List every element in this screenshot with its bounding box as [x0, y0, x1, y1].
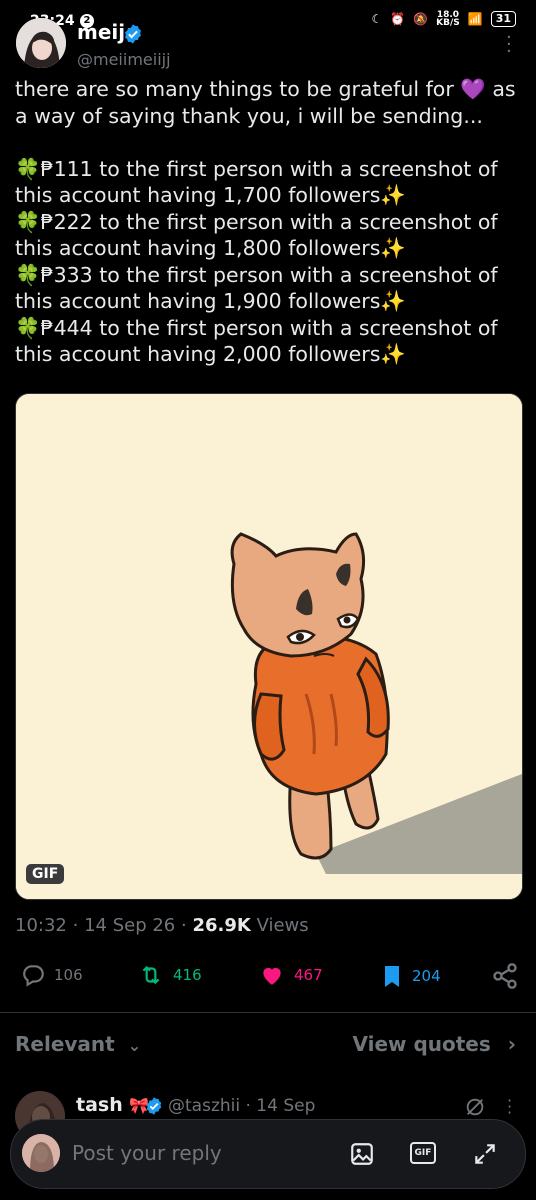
- tweet-text: there are so many things to be grateful …: [15, 76, 520, 368]
- more-options-icon[interactable]: · · ·: [506, 29, 512, 61]
- reply-count: 106: [54, 966, 83, 984]
- like-button[interactable]: 467: [258, 962, 323, 988]
- net-speed: 18.0 KB/S: [436, 10, 460, 28]
- views-count: 26.9K: [192, 915, 251, 936]
- tweet-meta: 10:32 · 14 Sep 26 · 26.9K Views: [15, 915, 309, 936]
- dnd-icon: ☾: [371, 12, 383, 26]
- tweet-line: 🍀₱444 to the first person with a screens…: [15, 315, 498, 367]
- tweet-media-gif[interactable]: [15, 393, 523, 900]
- repost-count: 416: [173, 966, 202, 984]
- chevron-down-icon: ⌄: [127, 1036, 142, 1055]
- chevron-right-icon: ›: [507, 1032, 516, 1056]
- tweet-line: 🍀₱333 to the first person with a screens…: [15, 262, 498, 314]
- reply-name-text: tash: [76, 1094, 123, 1116]
- mute-icon: 🔕: [413, 12, 429, 26]
- views-label: Views: [256, 915, 309, 936]
- author-handle[interactable]: @meiimeiijj: [77, 50, 171, 69]
- meta-separator: ·: [72, 915, 79, 936]
- sort-label: Relevant: [15, 1032, 115, 1056]
- divider: [0, 1012, 536, 1013]
- alarm-icon: ⏰: [390, 12, 406, 26]
- battery: 31: [490, 11, 516, 27]
- view-quotes-link[interactable]: View quotes ›: [352, 1032, 516, 1056]
- share-button[interactable]: [491, 962, 519, 990]
- meta-separator: ·: [181, 915, 187, 936]
- reply-handle-date: @taszhii · 14 Sep: [168, 1096, 316, 1116]
- sort-dropdown[interactable]: Relevant ⌄: [15, 1032, 141, 1056]
- wifi-icon: 📶: [467, 12, 483, 26]
- bookmark-count: 204: [412, 967, 441, 985]
- tweet-time: 10:32: [15, 915, 67, 936]
- tweet-date: 14 Sep 26: [84, 915, 176, 936]
- share-icon: [493, 963, 517, 989]
- tweet-line: 🍀₱222 to the first person with a screens…: [15, 209, 498, 261]
- reply-icon: [23, 965, 44, 987]
- reply-more-icon[interactable]: · · ·: [507, 1093, 512, 1121]
- reply-button[interactable]: 106: [20, 962, 83, 988]
- bookmark-button[interactable]: 204: [380, 962, 441, 990]
- composer-avatar: [22, 1134, 60, 1172]
- tweet-line: 🍀₱111 to the first person with a screens…: [15, 156, 498, 208]
- repost-button[interactable]: 416: [137, 962, 202, 988]
- grok-icon[interactable]: [464, 1096, 486, 1118]
- gif-badge: GIF: [26, 864, 65, 884]
- expand-icon[interactable]: [472, 1141, 498, 1167]
- tweet-line: there are so many things to be grateful …: [15, 77, 516, 128]
- author-name[interactable]: meij: [77, 20, 125, 44]
- gif-picker-icon[interactable]: GIF: [410, 1142, 436, 1164]
- reply-author-name[interactable]: tash 🎀: [76, 1094, 149, 1116]
- verified-badge-icon: [146, 1097, 162, 1115]
- image-icon[interactable]: [349, 1141, 375, 1167]
- view-quotes-label: View quotes: [352, 1032, 491, 1056]
- like-count: 467: [294, 966, 323, 984]
- heart-icon: [263, 967, 281, 985]
- bookmark-icon: [385, 966, 399, 987]
- verified-badge-icon: [125, 24, 141, 44]
- reply-input[interactable]: [72, 1141, 322, 1165]
- author-avatar[interactable]: [16, 18, 66, 68]
- status-icons: ☾ ⏰ 🔕 18.0 KB/S 📶 31: [371, 10, 516, 28]
- repost-icon: [142, 965, 160, 985]
